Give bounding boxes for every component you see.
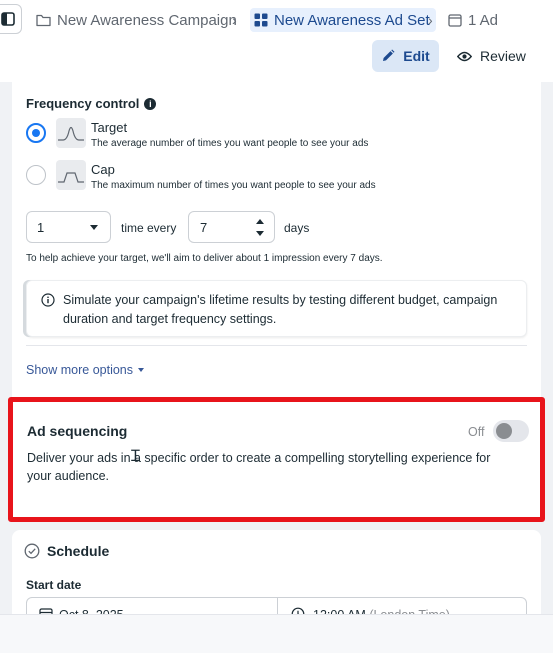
breadcrumb-adset[interactable]: New Awareness Ad Set <box>250 8 436 32</box>
edit-button[interactable]: Edit <box>372 40 439 72</box>
simulate-notice: Simulate your campaign's lifetime result… <box>26 280 527 337</box>
frequency-count-select[interactable]: 1 <box>26 211 111 243</box>
chevron-right-icon: › <box>232 12 237 28</box>
info-icon[interactable]: i <box>144 97 157 110</box>
ad-icon <box>448 13 462 27</box>
radio-cap[interactable] <box>26 165 46 185</box>
schedule-heading: Schedule <box>24 543 109 559</box>
breadcrumb-ad[interactable]: 1 Ad <box>448 8 498 32</box>
breadcrumb-campaign[interactable]: New Awareness Campaign <box>36 8 237 32</box>
start-date-label: Start date <box>26 578 82 592</box>
show-more-options-link[interactable]: Show more options <box>26 363 145 377</box>
option-target-desc: The average number of times you want peo… <box>91 138 369 149</box>
sidebar-toggle-button[interactable] <box>0 4 22 34</box>
sidebar-panel-icon <box>1 12 15 26</box>
ad-sequencing-description: Deliver your ads in a specific order to … <box>27 451 491 483</box>
time-every-label: time every <box>121 221 177 235</box>
frequency-control-title: Frequency control <box>26 96 140 111</box>
bottom-footer-band <box>0 614 553 653</box>
toggle-knob <box>496 423 512 439</box>
days-stepper[interactable]: 7 <box>188 211 275 243</box>
pencil-icon <box>383 49 395 61</box>
show-more-options-label: Show more options <box>26 363 134 377</box>
days-value: 7 <box>200 219 208 235</box>
folder-icon <box>36 14 51 26</box>
frequency-count-value: 1 <box>37 219 45 235</box>
breadcrumb-campaign-label: New Awareness Campaign <box>57 11 237 29</box>
eye-icon <box>457 51 472 61</box>
caret-down-icon <box>138 368 145 372</box>
option-cap-label: Cap <box>91 162 115 177</box>
breadcrumb-ad-label: 1 Ad <box>468 11 499 29</box>
simulate-text: Simulate your campaign's lifetime result… <box>63 293 498 326</box>
option-cap-desc: The maximum number of times you want peo… <box>91 180 376 191</box>
review-button[interactable]: Review <box>457 40 526 72</box>
check-circle-icon <box>24 543 40 559</box>
text-cursor-icon: Ɪ <box>131 448 140 465</box>
divider <box>26 345 527 346</box>
breadcrumb-adset-label: New Awareness Ad Set <box>274 11 430 29</box>
ad-sequencing-toggle-state: Off <box>468 425 485 439</box>
flat-curve-icon <box>56 160 86 190</box>
schedule-title: Schedule <box>47 543 110 559</box>
option-target-label: Target <box>91 120 128 135</box>
edit-label: Edit <box>403 48 430 64</box>
info-outline-icon <box>41 293 55 307</box>
frequency-hint: To help achieve your target, we'll aim t… <box>26 253 383 264</box>
caret-down-icon <box>90 225 98 230</box>
frequency-control-heading: Frequency control i <box>26 96 157 111</box>
bell-curve-icon <box>56 118 86 148</box>
ad-sequencing-section: Ad sequencing Off Deliver your ads in a … <box>8 397 545 522</box>
days-label: days <box>284 221 310 235</box>
chevron-right-icon: › <box>428 12 433 28</box>
stepper-arrows-icon[interactable] <box>256 219 264 236</box>
radio-target[interactable] <box>26 123 46 143</box>
grid-icon <box>254 13 268 27</box>
ad-sequencing-toggle[interactable] <box>493 420 529 442</box>
top-bar: New Awareness Campaign › New Awareness A… <box>0 0 553 82</box>
ad-sequencing-title: Ad sequencing <box>27 423 128 439</box>
review-label: Review <box>480 48 526 64</box>
